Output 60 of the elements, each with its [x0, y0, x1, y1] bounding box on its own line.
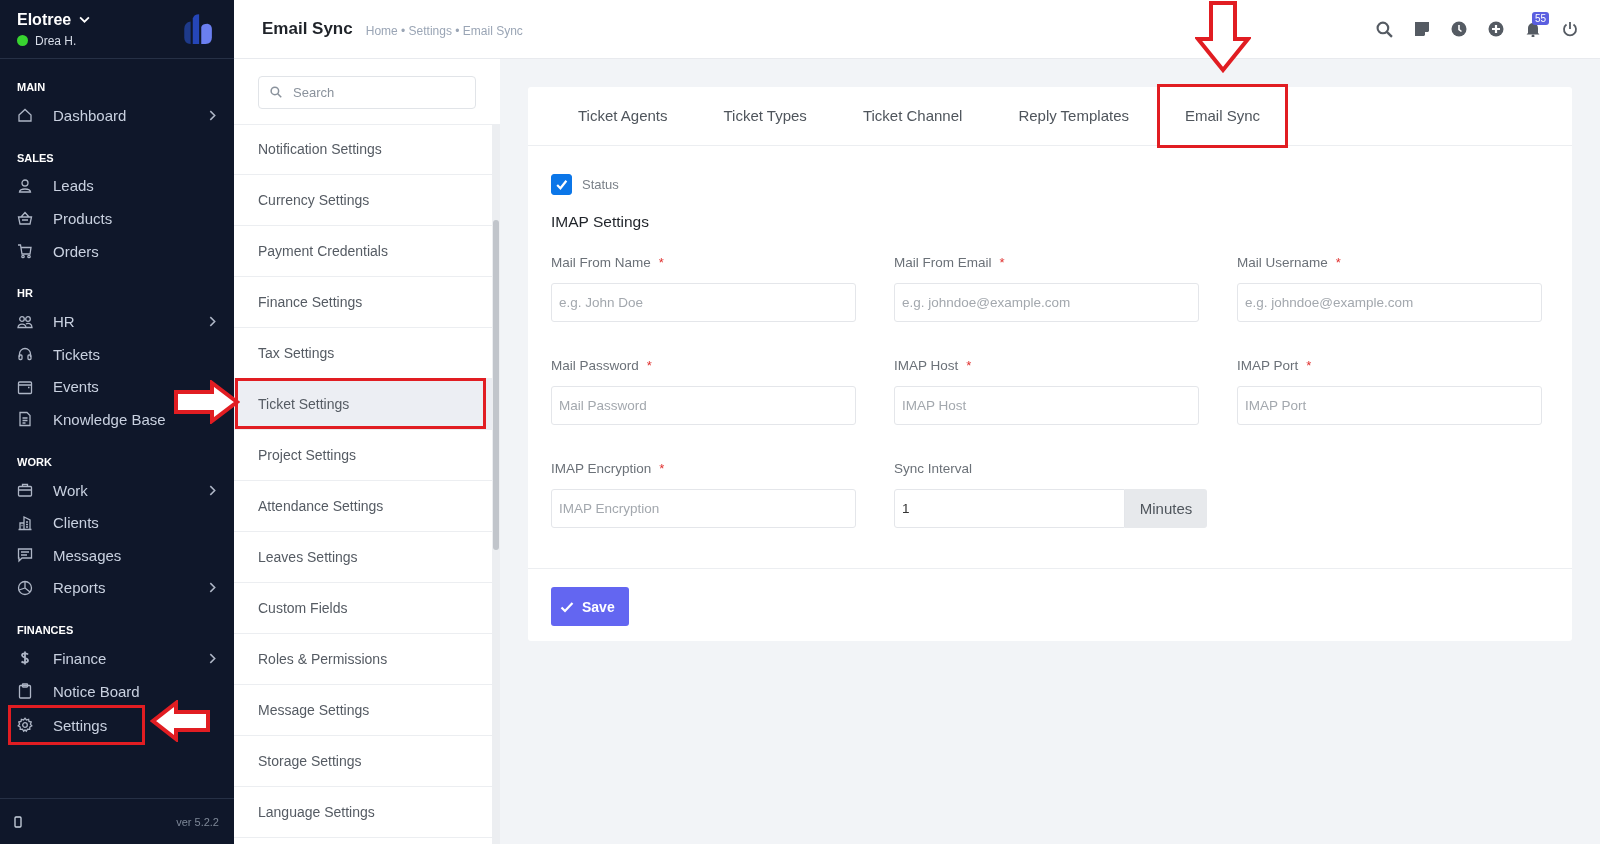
tab[interactable]: Ticket Types [698, 87, 832, 145]
section-heading: WORK [16, 455, 53, 470]
tab[interactable]: Ticket Agents [553, 87, 693, 145]
sidebar-item[interactable]: Knowledge Base [0, 403, 168, 436]
sidebar-item[interactable]: Dashboard [0, 99, 234, 132]
breadcrumb: Home • Settings • Email Sync [365, 23, 523, 38]
required-mark: * [966, 358, 972, 373]
section-heading: HR [16, 287, 34, 302]
sidebar-item[interactable]: Finance [0, 642, 234, 675]
section-heading: SALES [16, 151, 55, 166]
input-field[interactable]: e.g. johndoe@example.com [894, 283, 1199, 322]
field-label: IMAP Port [1237, 358, 1299, 373]
sidebar-item[interactable]: Messages [0, 538, 124, 572]
field-label: Mail From Email [894, 255, 992, 270]
sidebar-item[interactable]: Clients [0, 506, 101, 539]
company-dropdown[interactable]: Elotree [17, 10, 91, 29]
sidebar-item[interactable]: Events [0, 370, 101, 404]
search-field[interactable]: Search [258, 76, 476, 109]
field-label: Mail From Name [551, 255, 651, 270]
unit-label: Minutes [1125, 489, 1207, 528]
section-title: IMAP Settings [551, 213, 650, 231]
sidebar-item[interactable]: HR [0, 305, 234, 338]
required-mark: * [1306, 358, 1312, 373]
sidebar-item[interactable]: Settings [0, 705, 110, 746]
required-mark: * [659, 461, 665, 476]
sidebar-item[interactable]: Reports [0, 571, 234, 605]
sidebar-item[interactable]: Work [0, 473, 234, 507]
tab[interactable]: Ticket Channel [837, 87, 988, 145]
required-mark: * [646, 358, 652, 373]
section-heading: MAIN [16, 81, 47, 95]
sidebar-item[interactable]: Orders [0, 234, 101, 268]
input-field[interactable]: e.g. John Doe [551, 283, 856, 322]
sidebar-item[interactable]: Notice Board [0, 674, 142, 708]
field-label: IMAP Encryption [551, 461, 652, 476]
field-label: Sync Interval [894, 461, 973, 476]
input-field[interactable]: Mail Password [551, 386, 856, 425]
input-field[interactable]: IMAP Encryption [551, 489, 856, 528]
page-title: Email Sync [262, 19, 353, 39]
notification-badge: 55 [1532, 12, 1550, 25]
field-label: IMAP Host [894, 358, 959, 373]
section-heading: FINANCES [16, 624, 75, 639]
sidebar-item[interactable]: Products [0, 202, 115, 235]
field-label: Mail Username [1237, 255, 1328, 270]
version-label: ver 5.2.2 [176, 815, 219, 828]
input-field[interactable]: IMAP Host [894, 386, 1199, 425]
required-mark: * [1335, 255, 1341, 270]
tab[interactable]: Reply Templates [993, 87, 1154, 145]
save-button[interactable]: Save [551, 587, 629, 626]
settings-menu-item[interactable]: Ticket Settings [234, 379, 492, 430]
input-field[interactable]: 1 [894, 489, 1125, 528]
sidebar-item[interactable]: Tickets [0, 337, 102, 371]
input-field[interactable]: e.g. johndoe@example.com [1237, 283, 1542, 322]
required-mark: * [658, 255, 664, 270]
sidebar-item[interactable]: Leads [0, 169, 96, 203]
checkbox-label: Status [582, 177, 619, 192]
tab[interactable]: Email Sync [1160, 87, 1286, 145]
user-name: Drea H. [35, 33, 77, 48]
input-field[interactable]: IMAP Port [1237, 386, 1542, 425]
required-mark: * [999, 255, 1005, 270]
field-label: Mail Password [551, 358, 639, 373]
